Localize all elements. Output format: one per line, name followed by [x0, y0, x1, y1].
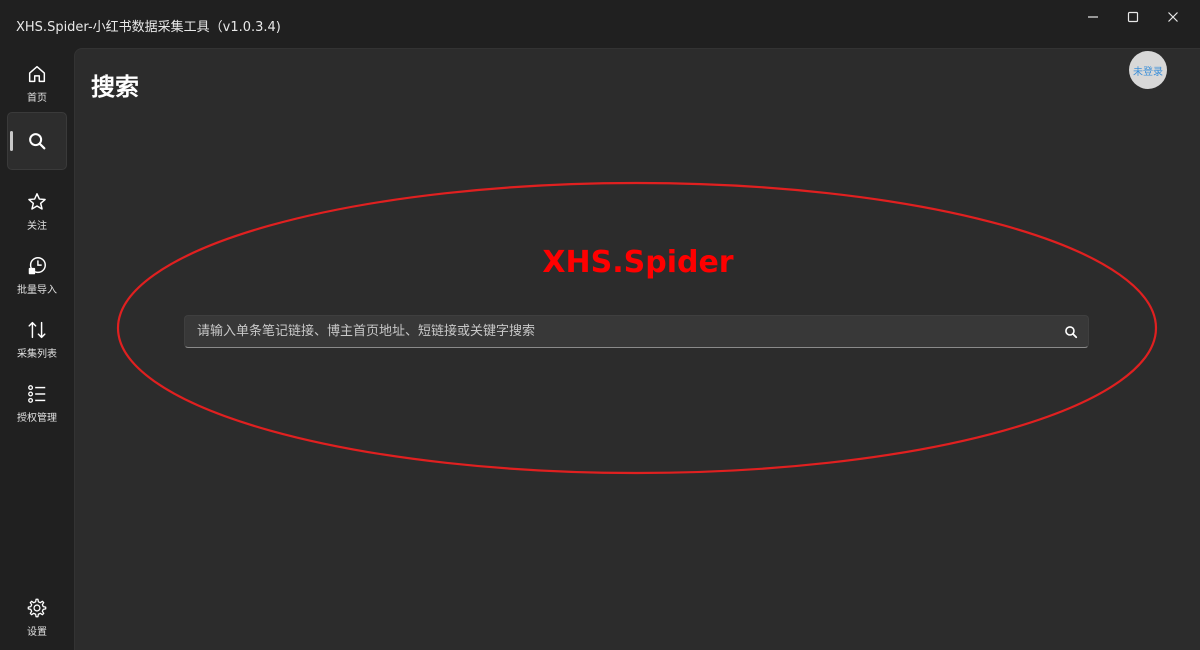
page-title: 搜索	[91, 73, 139, 101]
main-panel: 搜索 未登录 XHS.Spider	[74, 48, 1200, 650]
close-button[interactable]	[1150, 0, 1196, 34]
search-box	[184, 315, 1089, 348]
history-icon	[28, 256, 46, 274]
sidebar-item-collect-list[interactable]: 采集列表	[7, 310, 67, 368]
sidebar-item-search[interactable]	[7, 112, 67, 170]
window-title: XHS.Spider-小红书数据采集工具（v1.0.3.4)	[16, 20, 281, 35]
star-icon	[28, 192, 46, 210]
gear-icon	[27, 598, 47, 617]
sidebar-item-label: 采集列表	[17, 348, 57, 360]
brand-title: XHS.Spider	[542, 245, 734, 280]
avatar[interactable]: 未登录	[1129, 51, 1167, 89]
sidebar-item-label: 设置	[27, 626, 47, 638]
sidebar-item-follow[interactable]: 关注	[7, 182, 67, 240]
title-bar: XHS.Spider-小红书数据采集工具（v1.0.3.4)	[0, 0, 1200, 48]
sidebar-item-label: 批量导入	[17, 284, 57, 296]
sidebar-item-license[interactable]: 授权管理	[7, 374, 67, 432]
sidebar-item-label: 关注	[27, 220, 47, 232]
sidebar-item-home[interactable]: 首页	[7, 54, 67, 112]
minimize-icon	[1088, 16, 1098, 18]
sidebar-item-label: 授权管理	[17, 412, 57, 424]
sort-arrows-icon	[28, 321, 46, 338]
close-icon	[1168, 12, 1178, 22]
list-icon	[28, 384, 46, 403]
search-icon	[1065, 326, 1078, 339]
search-icon	[29, 133, 46, 150]
home-icon	[28, 65, 46, 82]
sidebar-item-label: 首页	[27, 92, 47, 104]
search-input[interactable]	[185, 316, 1045, 347]
sidebar-item-settings[interactable]: 设置	[7, 588, 67, 646]
sidebar-item-batch-import[interactable]: 批量导入	[7, 246, 67, 304]
maximize-icon	[1127, 11, 1139, 23]
sidebar: 首页 关注 批量导入 采集列表 授权管理 设置	[0, 48, 74, 650]
search-button[interactable]	[1062, 323, 1080, 341]
